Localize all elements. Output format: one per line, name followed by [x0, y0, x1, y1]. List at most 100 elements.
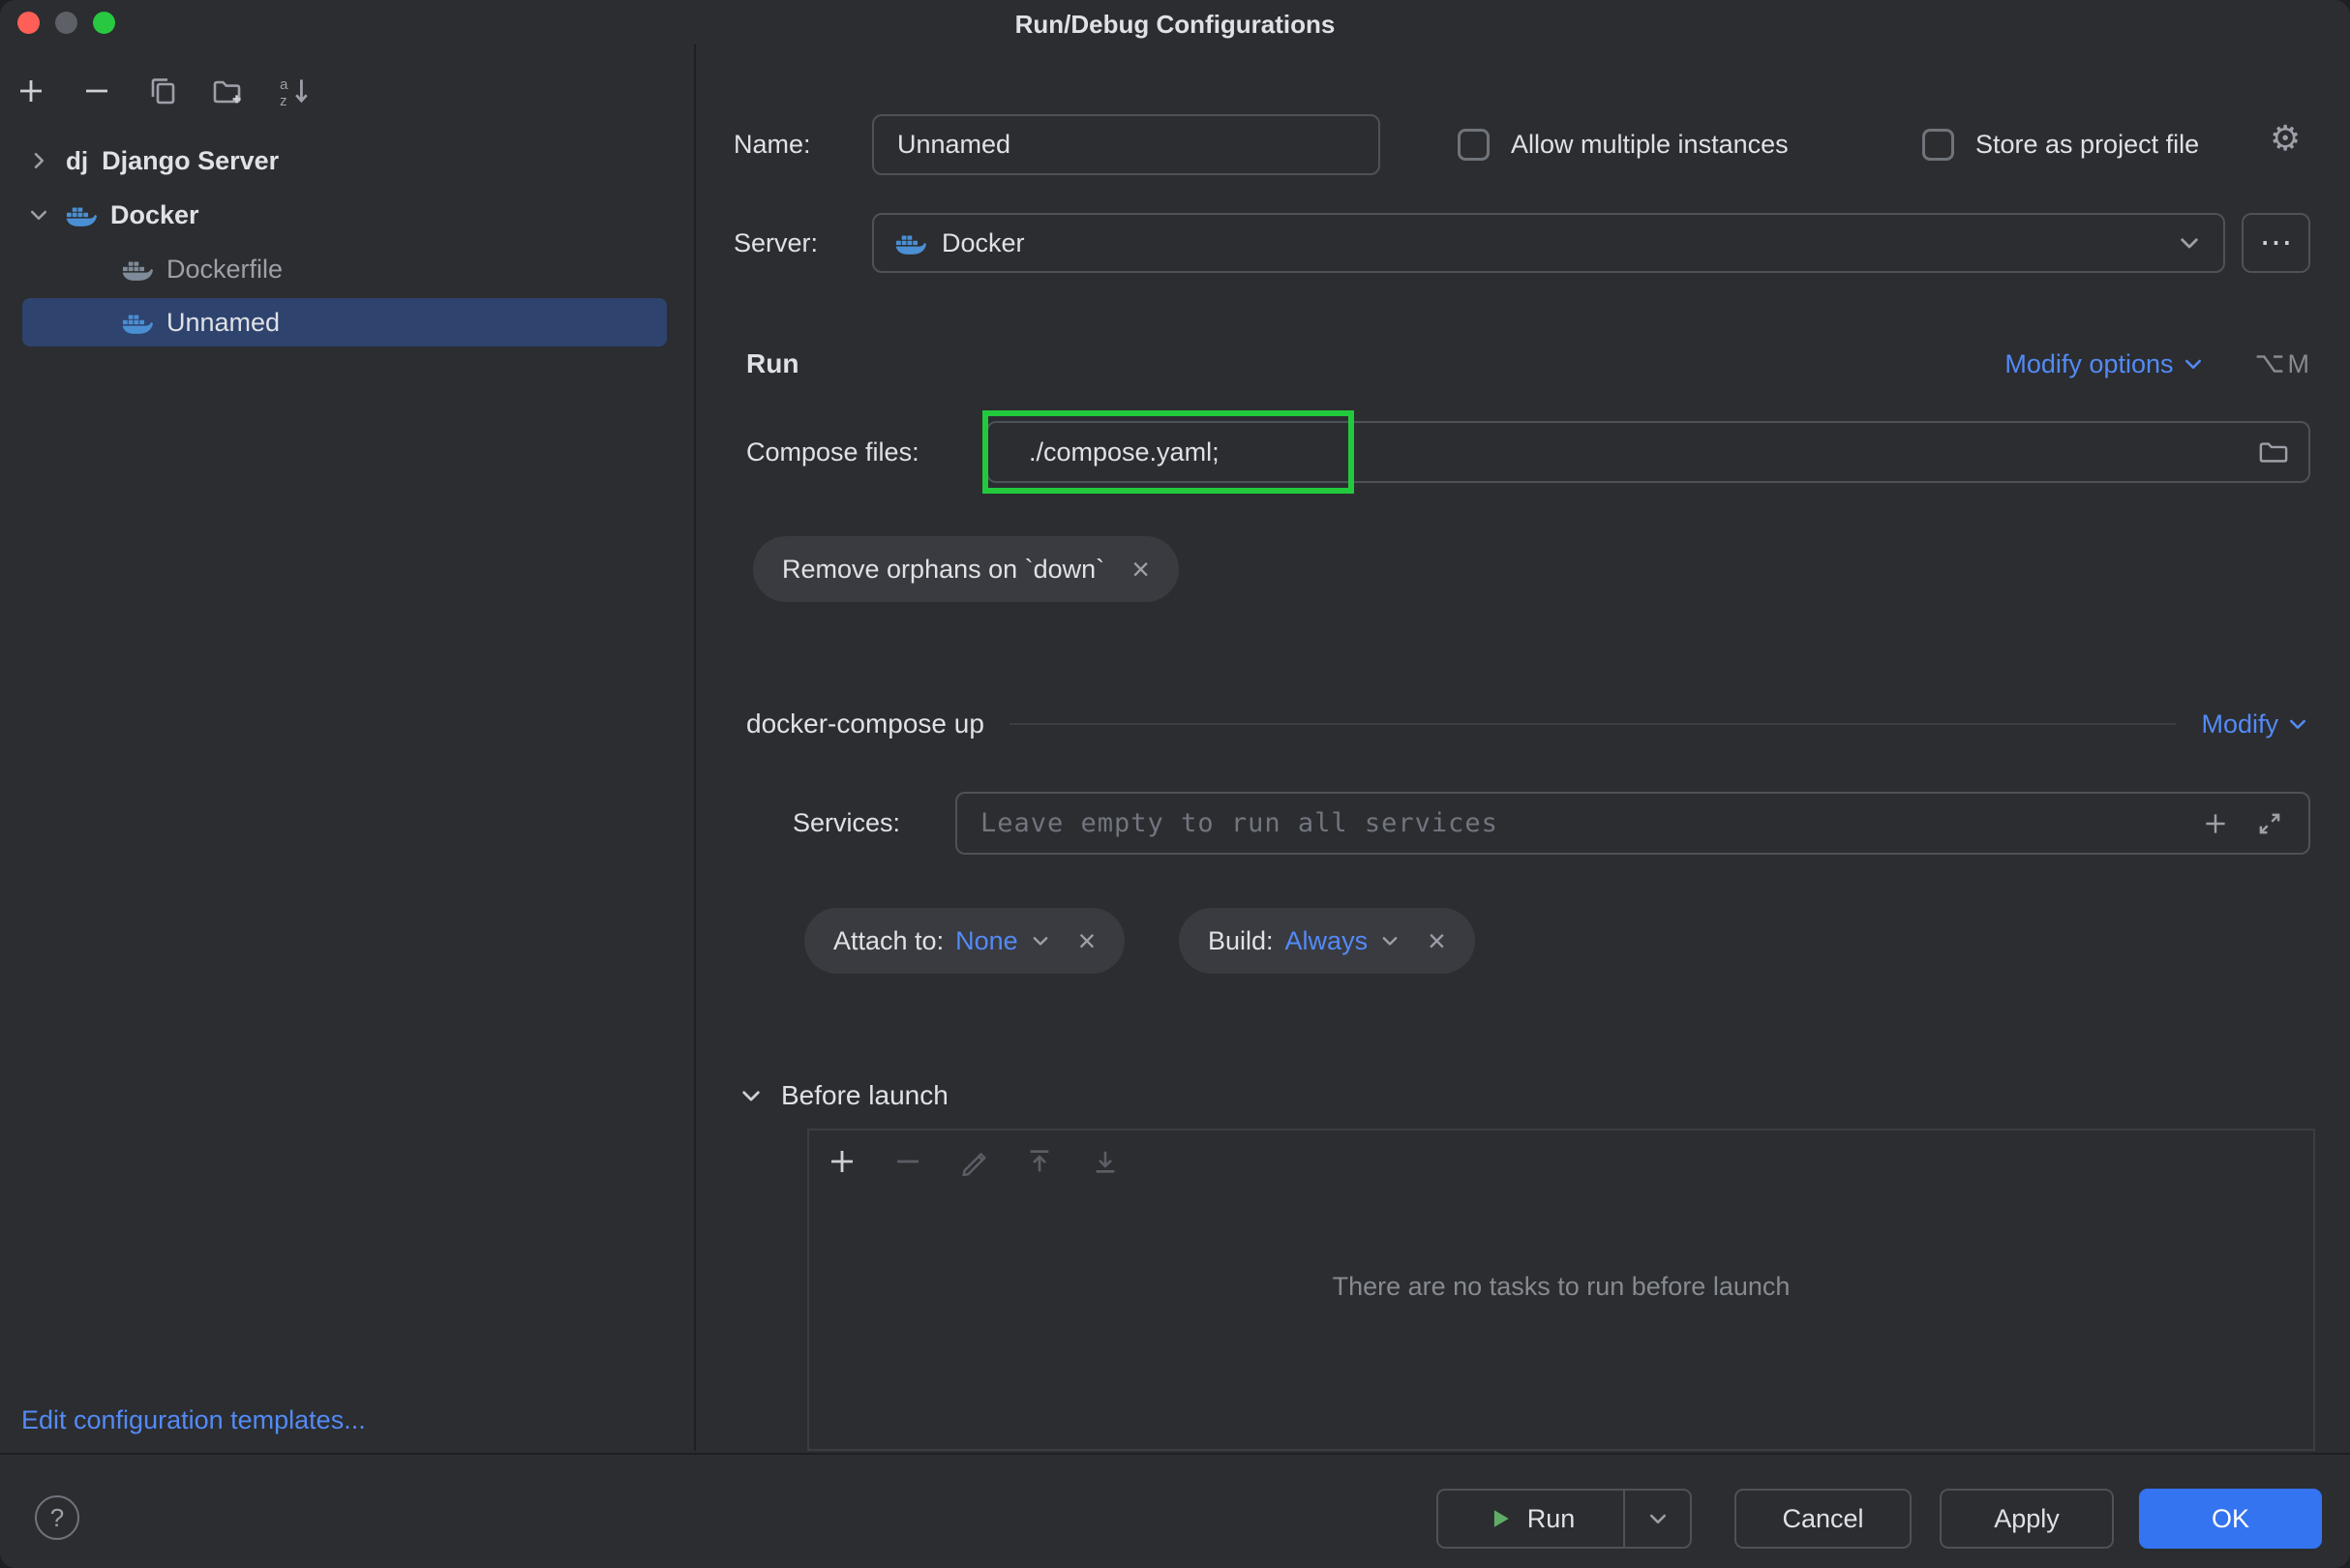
modify-options-shortcut: M — [2255, 348, 2310, 379]
no-tasks-message: There are no tasks to run before launch — [1332, 1272, 1791, 1301]
ok-button[interactable]: OK — [2139, 1489, 2322, 1549]
name-input[interactable] — [874, 130, 1378, 160]
run-section-header: Run Modify options M — [746, 337, 2309, 391]
docker-icon — [66, 202, 97, 227]
before-launch-header[interactable]: Before launch — [738, 1070, 949, 1121]
chevron-down-icon — [2177, 230, 2202, 256]
before-launch-title: Before launch — [781, 1080, 949, 1110]
move-task-up-icon[interactable] — [1022, 1144, 1057, 1179]
docker-icon — [895, 230, 926, 256]
server-label: Server: — [734, 227, 819, 257]
tree-item-docker[interactable]: Docker — [0, 188, 696, 242]
name-field-wrap — [872, 114, 1380, 175]
run-debug-configurations-dialog: Run/Debug Configurations a z dj Django S… — [0, 0, 2350, 1568]
tree-item-label: Django Server — [102, 145, 280, 175]
store-as-project-file-checkbox[interactable] — [1922, 129, 1954, 161]
compose-files-field[interactable] — [986, 421, 2310, 483]
remove-orphans-pill[interactable]: Remove orphans on `down` × — [753, 536, 1179, 602]
sort-configurations-icon[interactable]: a z — [277, 74, 312, 108]
chevron-down-icon[interactable] — [25, 203, 52, 226]
expand-field-icon[interactable] — [2256, 810, 2283, 837]
attach-to-pill[interactable]: Attach to: None × — [804, 908, 1126, 974]
svg-text:z: z — [280, 94, 286, 107]
services-field[interactable] — [955, 792, 2310, 855]
django-icon: dj — [66, 145, 89, 175]
configuration-form: Name: Allow multiple instances Store as … — [698, 45, 2350, 1451]
allow-multiple-instances-option: Allow multiple instances — [1458, 114, 1789, 175]
move-task-down-icon[interactable] — [1088, 1144, 1123, 1179]
gear-icon[interactable]: ⚙ — [2270, 118, 2301, 159]
modify-options-link[interactable]: Modify options — [2004, 349, 2204, 379]
cancel-button[interactable]: Cancel — [1734, 1489, 1912, 1549]
folder-icon[interactable] — [2258, 437, 2308, 467]
copy-configuration-icon[interactable] — [145, 74, 180, 108]
chevron-down-icon — [2289, 719, 2306, 730]
run-options-dropdown[interactable] — [1623, 1491, 1690, 1547]
browse-server-button[interactable]: ⋯ — [2242, 213, 2310, 273]
chevron-down-icon — [2184, 359, 2201, 370]
build-pill[interactable]: Build: Always × — [1179, 908, 1475, 974]
tasks-toolbar — [809, 1131, 2313, 1179]
docker-icon — [122, 310, 153, 335]
allow-multiple-instances-label: Allow multiple instances — [1511, 130, 1789, 159]
remove-orphans-pill-label: Remove orphans on `down` — [782, 554, 1105, 584]
play-icon — [1493, 1510, 1509, 1527]
store-as-project-file-label: Store as project file — [1975, 130, 2200, 159]
add-service-icon[interactable] — [2202, 810, 2229, 837]
help-button[interactable]: ? — [35, 1495, 79, 1540]
build-value[interactable]: Always — [1285, 926, 1369, 956]
attach-to-value[interactable]: None — [955, 926, 1018, 956]
run-split-button: Run — [1436, 1489, 1692, 1549]
chevron-down-icon — [742, 1091, 760, 1101]
add-task-icon[interactable] — [825, 1144, 859, 1179]
compose-up-section-header: docker-compose up Modify — [746, 699, 2309, 749]
build-label: Build: — [1208, 925, 1274, 955]
shortcut-key-label: M — [2287, 348, 2310, 378]
run-section-title: Run — [746, 348, 799, 378]
attach-to-label: Attach to: — [833, 925, 945, 955]
dialog-footer: ? Run Cancel Apply OK — [0, 1453, 2350, 1568]
titlebar: Run/Debug Configurations — [0, 0, 2350, 45]
window-title: Run/Debug Configurations — [1014, 10, 1336, 39]
compose-up-title: docker-compose up — [746, 709, 984, 739]
section-divider — [1009, 723, 2177, 725]
remove-task-icon[interactable] — [890, 1144, 925, 1179]
tree-item-unnamed-selected[interactable]: Unnamed — [22, 298, 667, 347]
compose-files-input[interactable] — [988, 437, 2258, 467]
services-label: Services: — [793, 808, 901, 837]
services-input[interactable] — [957, 808, 2202, 838]
modify-label: Modify — [2201, 709, 2278, 739]
modify-options-label: Modify options — [2004, 348, 2174, 378]
chevron-down-icon — [1033, 937, 1047, 946]
chevron-right-icon[interactable] — [25, 149, 52, 172]
tree-item-dockerfile[interactable]: Dockerfile — [0, 242, 696, 296]
run-button[interactable]: Run — [1438, 1491, 1623, 1547]
apply-button[interactable]: Apply — [1940, 1489, 2114, 1549]
allow-multiple-instances-checkbox[interactable] — [1458, 129, 1490, 161]
run-button-label: Run — [1526, 1503, 1576, 1533]
option-key-icon — [2256, 355, 2282, 373]
dialog-content: a z dj Django Server Docker Dockerfile U… — [0, 45, 2350, 1451]
store-as-project-file-option: Store as project file — [1922, 114, 2199, 175]
tree-item-label: Docker — [110, 199, 199, 229]
edit-task-icon[interactable] — [956, 1144, 991, 1179]
docker-icon — [122, 256, 153, 282]
remove-configuration-icon[interactable] — [79, 74, 114, 108]
chevron-down-icon — [1382, 937, 1398, 946]
modify-link[interactable]: Modify — [2201, 709, 2309, 739]
new-folder-icon[interactable] — [211, 74, 246, 108]
tree-item-label: Dockerfile — [166, 254, 284, 284]
sidebar-toolbar: a z — [14, 74, 312, 108]
chevron-down-icon — [1649, 1514, 1666, 1524]
edit-configuration-templates-link[interactable]: Edit configuration templates... — [21, 1405, 366, 1435]
close-icon[interactable]: × — [1428, 923, 1446, 959]
tree-item-django-server[interactable]: dj Django Server — [0, 134, 696, 188]
close-icon[interactable]: × — [1131, 552, 1150, 588]
compose-files-label: Compose files: — [746, 437, 919, 467]
svg-text:a: a — [280, 77, 288, 93]
tree-item-label: Unnamed — [166, 307, 281, 337]
server-select-value: Docker — [942, 227, 1025, 257]
add-configuration-icon[interactable] — [14, 74, 48, 108]
close-icon[interactable]: × — [1078, 923, 1097, 959]
server-select[interactable]: Docker — [872, 213, 2225, 273]
